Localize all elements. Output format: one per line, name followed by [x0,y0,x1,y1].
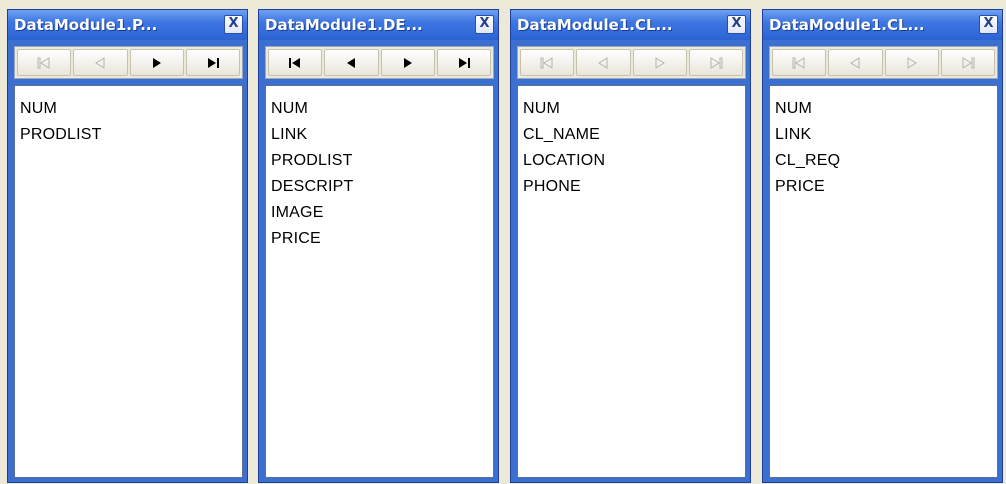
prior-record-icon [344,57,358,69]
last-record-button[interactable] [688,49,743,76]
field-item[interactable]: NUM [20,96,242,122]
field-item[interactable]: NUM [775,96,997,122]
field-list[interactable]: NUM LINK PRODLIST DESCRIPT IMAGE PRICE [265,85,494,478]
window-title: DataModule1.DE... [265,16,423,34]
field-item[interactable]: PHONE [523,174,745,200]
last-record-button[interactable] [940,49,995,76]
last-record-icon [709,56,723,69]
field-item[interactable]: LINK [775,122,997,148]
close-button[interactable]: X [475,15,494,34]
field-list[interactable]: NUM LINK CL_REQ PRICE [769,85,998,478]
window-title: DataModule1.CL... [769,16,925,34]
field-item[interactable]: LINK [271,122,493,148]
last-record-icon [206,57,220,69]
first-record-button[interactable] [520,49,575,76]
field-list-window: DataModule1.DE... X NUM LINK PRODLIST DESCR… [258,9,499,483]
field-list-window: DataModule1.CL... X NUM CL_NAME LOCATION PH… [510,9,751,483]
prior-record-icon [93,56,107,69]
first-record-button[interactable] [268,49,323,76]
next-record-icon [905,56,919,69]
field-list[interactable]: NUM CL_NAME LOCATION PHONE [517,85,746,478]
field-item[interactable]: CL_NAME [523,122,745,148]
first-record-icon [37,56,51,69]
prior-record-icon [848,56,862,69]
workspace: DataModule1.P... X NUM PRODLIST DataModul… [0,0,1006,484]
field-item[interactable]: CL_REQ [775,148,997,174]
field-list[interactable]: NUM PRODLIST [14,85,243,478]
first-record-button[interactable] [772,49,827,76]
last-record-button[interactable] [185,49,240,76]
last-record-icon [457,57,471,69]
record-navigator [517,46,746,79]
prior-record-button[interactable] [73,49,128,76]
field-item[interactable]: PRODLIST [20,122,242,148]
window-titlebar[interactable]: DataModule1.CL... X [511,10,750,40]
field-item[interactable]: LOCATION [523,148,745,174]
first-record-icon [540,56,554,69]
first-record-button[interactable] [17,49,72,76]
window-titlebar[interactable]: DataModule1.CL... X [763,10,1002,40]
field-item[interactable]: PRICE [775,174,997,200]
next-record-button[interactable] [632,49,687,76]
field-item[interactable]: NUM [271,96,493,122]
next-record-icon [401,57,415,69]
first-record-icon [288,57,302,69]
record-navigator [14,46,243,79]
field-item[interactable]: PRODLIST [271,148,493,174]
window-title: DataModule1.CL... [517,16,673,34]
next-record-icon [150,57,164,69]
first-record-icon [792,56,806,69]
prior-record-button[interactable] [324,49,379,76]
record-navigator [769,46,998,79]
field-item[interactable]: PRICE [271,226,493,252]
last-record-icon [961,56,975,69]
close-button[interactable]: X [979,15,998,34]
prior-record-button[interactable] [576,49,631,76]
close-button[interactable]: X [224,15,243,34]
record-navigator [265,46,494,79]
window-titlebar[interactable]: DataModule1.DE... X [259,10,498,40]
prior-record-button[interactable] [828,49,883,76]
field-item[interactable]: IMAGE [271,200,493,226]
next-record-button[interactable] [380,49,435,76]
last-record-button[interactable] [436,49,491,76]
next-record-icon [653,56,667,69]
field-item[interactable]: NUM [523,96,745,122]
field-list-window: DataModule1.P... X NUM PRODLIST [7,9,248,483]
next-record-button[interactable] [129,49,184,76]
window-titlebar[interactable]: DataModule1.P... X [8,10,247,40]
close-button[interactable]: X [727,15,746,34]
field-list-window: DataModule1.CL... X NUM LINK CL_REQ PRICE [762,9,1003,483]
next-record-button[interactable] [884,49,939,76]
prior-record-icon [596,56,610,69]
field-item[interactable]: DESCRIPT [271,174,493,200]
window-title: DataModule1.P... [14,16,158,34]
